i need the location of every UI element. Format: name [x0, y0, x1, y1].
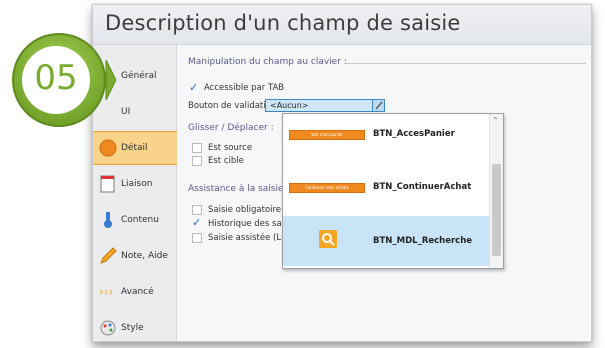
detail-icon [99, 139, 117, 157]
sidebar-item-note[interactable]: Note, Aide [93, 239, 177, 273]
advanced-icon: ››› [99, 283, 117, 301]
list-item[interactable]: Continuer mes achats BTN_ContinuerAchat [283, 166, 489, 216]
sidebar-item-label: Détail [121, 143, 148, 153]
sidebar-item-style[interactable]: Style [93, 311, 177, 341]
link-icon [99, 175, 117, 193]
required-checkbox[interactable] [192, 205, 202, 215]
scroll-up-icon[interactable]: ⌃ [492, 116, 499, 125]
sidebar-item-label: Général [121, 71, 157, 81]
scrollbar-thumb[interactable] [492, 164, 501, 256]
style-icon [99, 319, 117, 337]
check-icon: ✓ [192, 216, 202, 229]
assist-section-title: Assistance à la saisie [188, 184, 284, 194]
list-item[interactable]: Voir mon panier BTN_AccesPanier [283, 114, 489, 164]
target-checkbox[interactable] [192, 156, 202, 166]
sidebar-item-contenu[interactable]: Contenu [93, 203, 177, 237]
target-label: Est cible [208, 156, 244, 166]
sidebar-item-label: Note, Aide [121, 251, 168, 261]
list-item-name: BTN_AccesPanier [373, 129, 455, 139]
sidebar-item-avance[interactable]: ››› Avancé [93, 275, 177, 309]
validation-value: <Aucun> [270, 101, 309, 110]
list-item-name: BTN_MDL_Recherche [373, 236, 473, 246]
list-item-name: BTN_ContinuerAchat [373, 182, 472, 192]
assisted-label: Saisie assistée (Lia [208, 233, 289, 243]
sidebar-item-label: UI [121, 107, 131, 117]
sidebar-item-label: Liaison [121, 179, 153, 189]
step-number: 05 [34, 58, 78, 98]
source-checkbox[interactable] [192, 143, 202, 153]
validation-combo[interactable]: <Aucun> [265, 99, 385, 112]
list-item-selected[interactable]: BTN_MDL_Recherche [283, 216, 489, 266]
keyboard-section-title: Manipulation du champ au clavier : [188, 57, 347, 67]
history-label: Historique des sais [208, 219, 289, 229]
window-title: Description d'un champ de saisie [105, 11, 461, 35]
section-divider [346, 63, 586, 64]
required-label: Saisie obligatoire [208, 205, 282, 215]
source-label: Est source [208, 143, 253, 153]
sidebar-item-liaison[interactable]: Liaison [93, 167, 177, 201]
button-thumbnail: Voir mon panier [289, 130, 365, 140]
sidebar-item-detail[interactable]: Détail [93, 131, 177, 165]
pencil-icon [99, 247, 117, 265]
sidebar-item-label: Style [121, 323, 144, 333]
title-bar: Description d'un champ de saisie [93, 5, 591, 45]
accessible-tab-label[interactable]: Accessible par TAB [204, 83, 284, 93]
combo-dropdown-button[interactable] [372, 100, 384, 111]
validation-dropdown-list[interactable]: Voir mon panier BTN_AccesPanier Continue… [282, 113, 504, 269]
svg-text:›››: ››› [99, 285, 113, 299]
sidebar-item-label: Avancé [121, 287, 154, 297]
content-icon [99, 211, 117, 229]
step-badge: 05 [6, 30, 117, 130]
sidebar-item-label: Contenu [121, 215, 159, 225]
button-thumbnail: Continuer mes achats [289, 183, 365, 193]
dropdown-scrollbar[interactable]: ⌃ [489, 114, 503, 268]
check-icon: ✓ [189, 81, 199, 94]
drag-section-title: Glisser / Déplacer : [188, 123, 274, 133]
assisted-checkbox[interactable] [192, 233, 202, 243]
search-icon [319, 230, 337, 248]
